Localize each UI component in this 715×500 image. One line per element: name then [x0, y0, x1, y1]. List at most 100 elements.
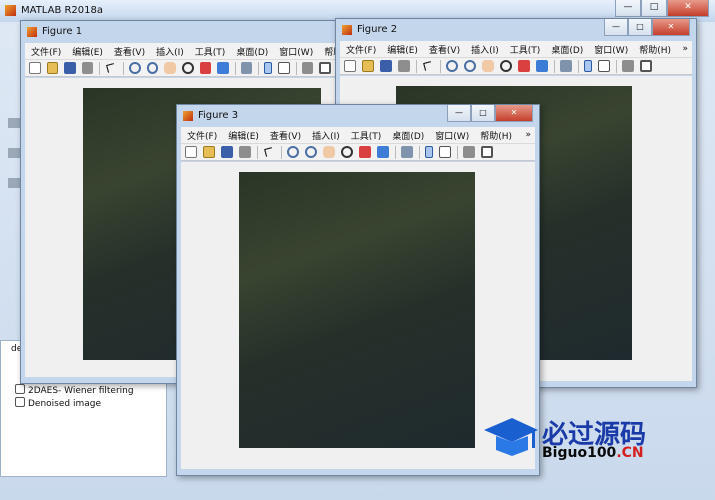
figure-title-bar[interactable]: Figure 3 — □ ✕ — [177, 105, 539, 127]
matlab-logo-icon — [27, 27, 37, 37]
toolbar-separator — [99, 61, 101, 75]
menu-item-5[interactable]: 桌面(D) — [551, 43, 583, 56]
figure-title-bar[interactable]: Figure 2 — □ ✕ — [336, 19, 696, 41]
maximize-button[interactable]: □ — [471, 105, 495, 122]
close-button[interactable]: ✕ — [495, 105, 533, 122]
menu-item-3[interactable]: 插入(I) — [156, 45, 184, 58]
menu-item-7[interactable]: 帮助(H) — [480, 129, 512, 142]
data-cursor-icon[interactable] — [359, 146, 371, 158]
print-icon[interactable] — [81, 62, 94, 74]
data-cursor-icon[interactable] — [199, 62, 212, 74]
figure-file-icon — [15, 397, 25, 407]
close-button[interactable]: ✕ — [667, 0, 709, 17]
toolbar-separator — [395, 145, 396, 159]
menu-overflow-icon[interactable]: » — [525, 130, 531, 140]
open-folder-icon[interactable] — [46, 62, 59, 74]
zoom-out-icon[interactable] — [305, 146, 317, 158]
menu-item-7[interactable]: 帮助(H) — [639, 43, 671, 56]
maximize-button[interactable]: □ — [628, 19, 652, 36]
new-file-icon[interactable] — [344, 60, 356, 72]
legend-icon[interactable] — [598, 60, 610, 72]
pan-hand-icon[interactable] — [482, 60, 494, 72]
toolbar-separator — [123, 61, 124, 75]
show-plot-tools-icon[interactable] — [319, 62, 331, 74]
show-plot-tools-icon[interactable] — [481, 146, 493, 158]
print-icon[interactable] — [398, 60, 410, 72]
zoom-out-icon[interactable] — [464, 60, 476, 72]
list-item[interactable]: 2DAES- Wiener filtering — [15, 384, 134, 396]
minimize-button[interactable]: — — [604, 19, 628, 36]
menu-item-2[interactable]: 查看(V) — [114, 45, 145, 58]
link-plot-icon[interactable] — [401, 146, 413, 158]
save-icon[interactable] — [221, 146, 233, 158]
list-item[interactable]: Denoised image — [15, 397, 101, 409]
menu-item-2[interactable]: 查看(V) — [429, 43, 460, 56]
menu-item-6[interactable]: 窗口(W) — [435, 129, 469, 142]
menu-item-0[interactable]: 文件(F) — [31, 45, 61, 58]
zoom-in-icon[interactable] — [446, 60, 458, 72]
colorbar-icon[interactable] — [264, 62, 273, 74]
menu-item-1[interactable]: 编辑(E) — [387, 43, 418, 56]
toolbar-separator — [419, 145, 420, 159]
figure-toolbar — [340, 57, 692, 75]
new-file-icon[interactable] — [29, 62, 41, 74]
show-plot-tools-icon[interactable] — [640, 60, 652, 72]
link-plot-icon[interactable] — [560, 60, 572, 72]
menu-item-0[interactable]: 文件(F) — [346, 43, 376, 56]
rotate-3d-icon[interactable] — [341, 146, 353, 158]
hide-plot-tools-icon[interactable] — [463, 146, 475, 158]
menu-item-3[interactable]: 插入(I) — [471, 43, 499, 56]
new-file-icon[interactable] — [185, 146, 197, 158]
figure-menu-bar: 文件(F)编辑(E)查看(V)插入(I)工具(T)桌面(D)窗口(W)帮助» — [25, 43, 359, 59]
maximize-button[interactable]: □ — [641, 0, 667, 17]
brush-icon[interactable] — [377, 146, 389, 158]
colorbar-icon[interactable] — [425, 146, 433, 158]
menu-item-3[interactable]: 插入(I) — [312, 129, 340, 142]
print-icon[interactable] — [239, 146, 251, 158]
menu-item-6[interactable]: 窗口(W) — [594, 43, 628, 56]
toolbar-separator — [616, 59, 617, 73]
figure-menu-bar: 文件(F) 编辑(E) 查看(V) 插入(I) 工具(T) 桌面(D) 窗口(W) 帮助(H)… — [181, 127, 535, 143]
rotate-3d-icon[interactable] — [500, 60, 512, 72]
brush-icon[interactable] — [536, 60, 548, 72]
figure-menu-bar: 文件(F) 编辑(E) 查看(V) 插入(I) 工具(T) 桌面(D) 窗口(W) 帮助(H)… — [340, 41, 692, 57]
menu-item-5[interactable]: 桌面(D) — [236, 45, 268, 58]
brush-icon[interactable] — [217, 62, 229, 74]
toolbar-separator — [258, 61, 260, 75]
menu-item-1[interactable]: 编辑(E) — [72, 45, 103, 58]
pointer-arrow-icon[interactable] — [106, 62, 117, 74]
colorbar-icon[interactable] — [584, 60, 592, 72]
toolbar-separator — [281, 145, 282, 159]
minimize-button[interactable]: — — [615, 0, 641, 17]
menu-overflow-icon[interactable]: » — [682, 44, 688, 54]
menu-item-0[interactable]: 文件(F) — [187, 129, 217, 142]
legend-icon[interactable] — [278, 62, 290, 74]
menu-item-4[interactable]: 工具(T) — [195, 45, 226, 58]
hide-plot-tools-icon[interactable] — [622, 60, 634, 72]
pointer-arrow-icon[interactable] — [263, 146, 275, 158]
legend-icon[interactable] — [439, 146, 451, 158]
minimize-button[interactable]: — — [447, 105, 471, 122]
zoom-out-icon[interactable] — [146, 62, 159, 74]
close-button[interactable]: ✕ — [652, 19, 690, 36]
zoom-in-icon[interactable] — [287, 146, 299, 158]
pointer-arrow-icon[interactable] — [422, 60, 434, 72]
open-folder-icon[interactable] — [203, 146, 215, 158]
figure-title-bar[interactable]: Figure 1 — [21, 21, 341, 43]
zoom-in-icon[interactable] — [128, 62, 141, 74]
menu-item-5[interactable]: 桌面(D) — [392, 129, 424, 142]
save-icon[interactable] — [380, 60, 392, 72]
menu-item-1[interactable]: 编辑(E) — [228, 129, 259, 142]
menu-item-4[interactable]: 工具(T) — [510, 43, 541, 56]
pan-hand-icon[interactable] — [323, 146, 335, 158]
data-cursor-icon[interactable] — [518, 60, 530, 72]
link-plot-icon[interactable] — [240, 62, 253, 74]
menu-item-4[interactable]: 工具(T) — [351, 129, 382, 142]
save-icon[interactable] — [64, 62, 76, 74]
open-folder-icon[interactable] — [362, 60, 374, 72]
rotate-3d-icon[interactable] — [181, 62, 194, 74]
hide-plot-tools-icon[interactable] — [301, 62, 314, 74]
menu-item-2[interactable]: 查看(V) — [270, 129, 301, 142]
menu-item-6[interactable]: 窗口(W) — [279, 45, 313, 58]
pan-hand-icon[interactable] — [164, 62, 176, 74]
